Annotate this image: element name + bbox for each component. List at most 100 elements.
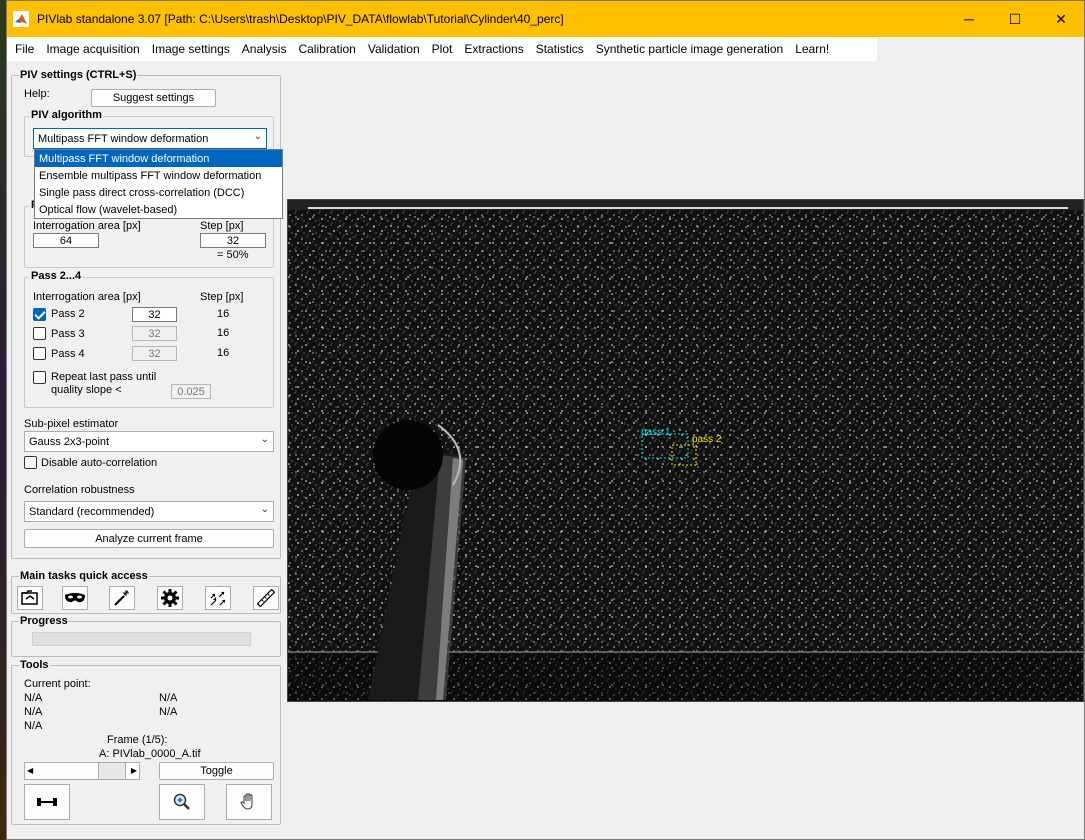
progress-title: Progress	[19, 615, 69, 627]
menu-bar: File Image acquisition Image settings An…	[7, 37, 877, 61]
pass1-step-input[interactable]: 32	[200, 233, 266, 248]
algorithm-option[interactable]: Single pass direct cross-correlation (DC…	[35, 184, 282, 201]
particle-image: pass 1 pass 2	[288, 200, 1083, 701]
settings-gear-icon[interactable]	[157, 586, 183, 610]
repeat-pass-checkbox[interactable]	[33, 371, 46, 384]
wand-icon[interactable]	[109, 586, 135, 610]
algorithm-dropdown-list: Multipass FFT window deformation Ensembl…	[34, 149, 283, 219]
piv-algorithm-title: PIV algorithm	[29, 109, 104, 121]
repeat-pass-label: Repeat last pass until	[51, 371, 157, 383]
robustness-label: Correlation robustness	[24, 484, 135, 496]
toggle-button[interactable]: Toggle	[159, 762, 274, 780]
piv-settings-title: PIV settings (CTRL+S)	[19, 69, 138, 81]
frame-file-label: A: PIVlab_0000_A.tif	[99, 748, 201, 760]
menu-statistics[interactable]: Statistics	[530, 42, 590, 56]
algorithm-option[interactable]: Ensemble multipass FFT window deformatio…	[35, 167, 282, 184]
pass2-checkbox[interactable]	[33, 308, 46, 321]
na-value: N/A	[24, 692, 43, 704]
pass2-4-step-label: Step [px]	[200, 291, 244, 303]
menu-synthetic[interactable]: Synthetic particle image generation	[590, 42, 789, 56]
robustness-value: Standard (recommended)	[29, 505, 155, 518]
pass3-label: Pass 3	[51, 328, 85, 340]
na-value: N/A	[24, 720, 43, 732]
robustness-select[interactable]: Standard (recommended) ⌄	[24, 501, 274, 522]
quick-access-title: Main tasks quick access	[19, 570, 149, 582]
pass2-ia-input[interactable]: 32	[132, 307, 177, 322]
matlab-logo-icon	[13, 11, 29, 27]
chevron-down-icon: ⌄	[260, 504, 269, 515]
piv-settings-panel: PIV settings (CTRL+S) Help: Suggest sett…	[11, 69, 281, 559]
menu-calibration[interactable]: Calibration	[292, 42, 361, 56]
pass2-label: Pass 2	[51, 308, 85, 320]
quick-access-panel: Main tasks quick access	[11, 570, 281, 614]
pass1-ia-input[interactable]: 64	[33, 233, 99, 248]
title-bar: PIVlab standalone 3.07 [Path: C:\Users\t…	[7, 1, 1084, 37]
progress-bar	[32, 632, 251, 646]
zoom-in-icon[interactable]	[159, 784, 205, 820]
pass2-overlay-label: pass 2	[692, 434, 722, 445]
chevron-down-icon: ⌄	[260, 434, 269, 445]
pan-hand-icon[interactable]	[226, 784, 272, 820]
subpixel-select[interactable]: Gauss 2x3-point ⌄	[24, 431, 274, 452]
menu-validation[interactable]: Validation	[362, 42, 426, 56]
disable-autocorr-checkbox[interactable]	[24, 456, 37, 469]
pass2-4-ia-label: Interrogation area [px]	[33, 291, 141, 303]
quality-slope-input[interactable]: 0.025	[171, 384, 211, 399]
measure-distance-icon[interactable]	[24, 784, 70, 820]
pass4-label: Pass 4	[51, 348, 85, 360]
menu-image-acquisition[interactable]: Image acquisition	[40, 42, 145, 56]
help-label: Help:	[24, 88, 50, 100]
pass1-ia-label: Interrogation area [px]	[33, 220, 141, 232]
suggest-settings-button[interactable]: Suggest settings	[91, 89, 216, 107]
menu-learn[interactable]: Learn!	[789, 42, 835, 56]
pass4-step-value: 16	[217, 347, 230, 359]
frame-label: Frame (1/5):	[107, 734, 168, 746]
pass1-step-label: Step [px]	[200, 220, 244, 232]
algorithm-select[interactable]: Multipass FFT window deformation ⌄	[33, 128, 267, 149]
pass1-overlap-label: = 50%	[217, 249, 249, 261]
subpixel-value: Gauss 2x3-point	[29, 435, 110, 448]
chevron-down-icon: ⌄	[253, 131, 262, 142]
subpixel-label: Sub-pixel estimator	[24, 418, 119, 430]
vectors-icon[interactable]	[205, 586, 231, 610]
ruler-icon[interactable]	[253, 586, 279, 610]
slider-left-arrow-icon[interactable]: ◀	[27, 766, 33, 775]
pass4-checkbox[interactable]	[33, 347, 46, 360]
menu-plot[interactable]: Plot	[426, 42, 459, 56]
tools-title: Tools	[19, 659, 50, 671]
frame-slider[interactable]: ◀ ▶	[24, 762, 140, 780]
slider-thumb[interactable]	[98, 763, 126, 779]
menu-bar-filler	[877, 37, 1084, 61]
pass3-ia-input[interactable]: 32	[132, 326, 177, 341]
algorithm-selected-value: Multipass FFT window deformation	[38, 132, 209, 145]
piv-image-display[interactable]: pass 1 pass 2	[287, 199, 1084, 702]
minimize-button[interactable]: ─	[946, 1, 992, 37]
pass2-4-title: Pass 2...4	[29, 270, 84, 282]
na-value: N/A	[159, 692, 178, 704]
close-button[interactable]: ✕	[1038, 1, 1084, 37]
pass1-overlay-label: pass 1	[641, 427, 671, 438]
pivlab-window: PIVlab standalone 3.07 [Path: C:\Users\t…	[6, 0, 1085, 840]
menu-image-settings[interactable]: Image settings	[146, 42, 236, 56]
menu-file[interactable]: File	[9, 42, 40, 56]
disable-autocorr-label: Disable auto-correlation	[41, 457, 158, 469]
analyze-current-frame-button[interactable]: Analyze current frame	[24, 529, 274, 548]
maximize-button[interactable]: ☐	[992, 1, 1038, 37]
menu-extractions[interactable]: Extractions	[458, 42, 529, 56]
pass2-4-group: Pass 2...4 Interrogation area [px] Step …	[24, 270, 274, 408]
current-point-label: Current point:	[24, 678, 91, 690]
pass3-checkbox[interactable]	[33, 327, 46, 340]
progress-panel: Progress	[11, 615, 281, 657]
load-images-icon[interactable]	[17, 586, 43, 610]
pass3-step-value: 16	[217, 327, 230, 339]
algorithm-option[interactable]: Multipass FFT window deformation	[35, 150, 282, 167]
algorithm-option[interactable]: Optical flow (wavelet-based)	[35, 201, 282, 218]
menu-analysis[interactable]: Analysis	[236, 42, 293, 56]
pass4-ia-input[interactable]: 32	[132, 346, 177, 361]
quality-slope-label: quality slope <	[51, 384, 122, 396]
pass2-step-value: 16	[217, 308, 230, 320]
window-title: PIVlab standalone 3.07 [Path: C:\Users\t…	[37, 12, 564, 26]
mask-icon[interactable]	[62, 586, 88, 610]
na-value: N/A	[159, 706, 178, 718]
slider-right-arrow-icon[interactable]: ▶	[131, 766, 137, 775]
